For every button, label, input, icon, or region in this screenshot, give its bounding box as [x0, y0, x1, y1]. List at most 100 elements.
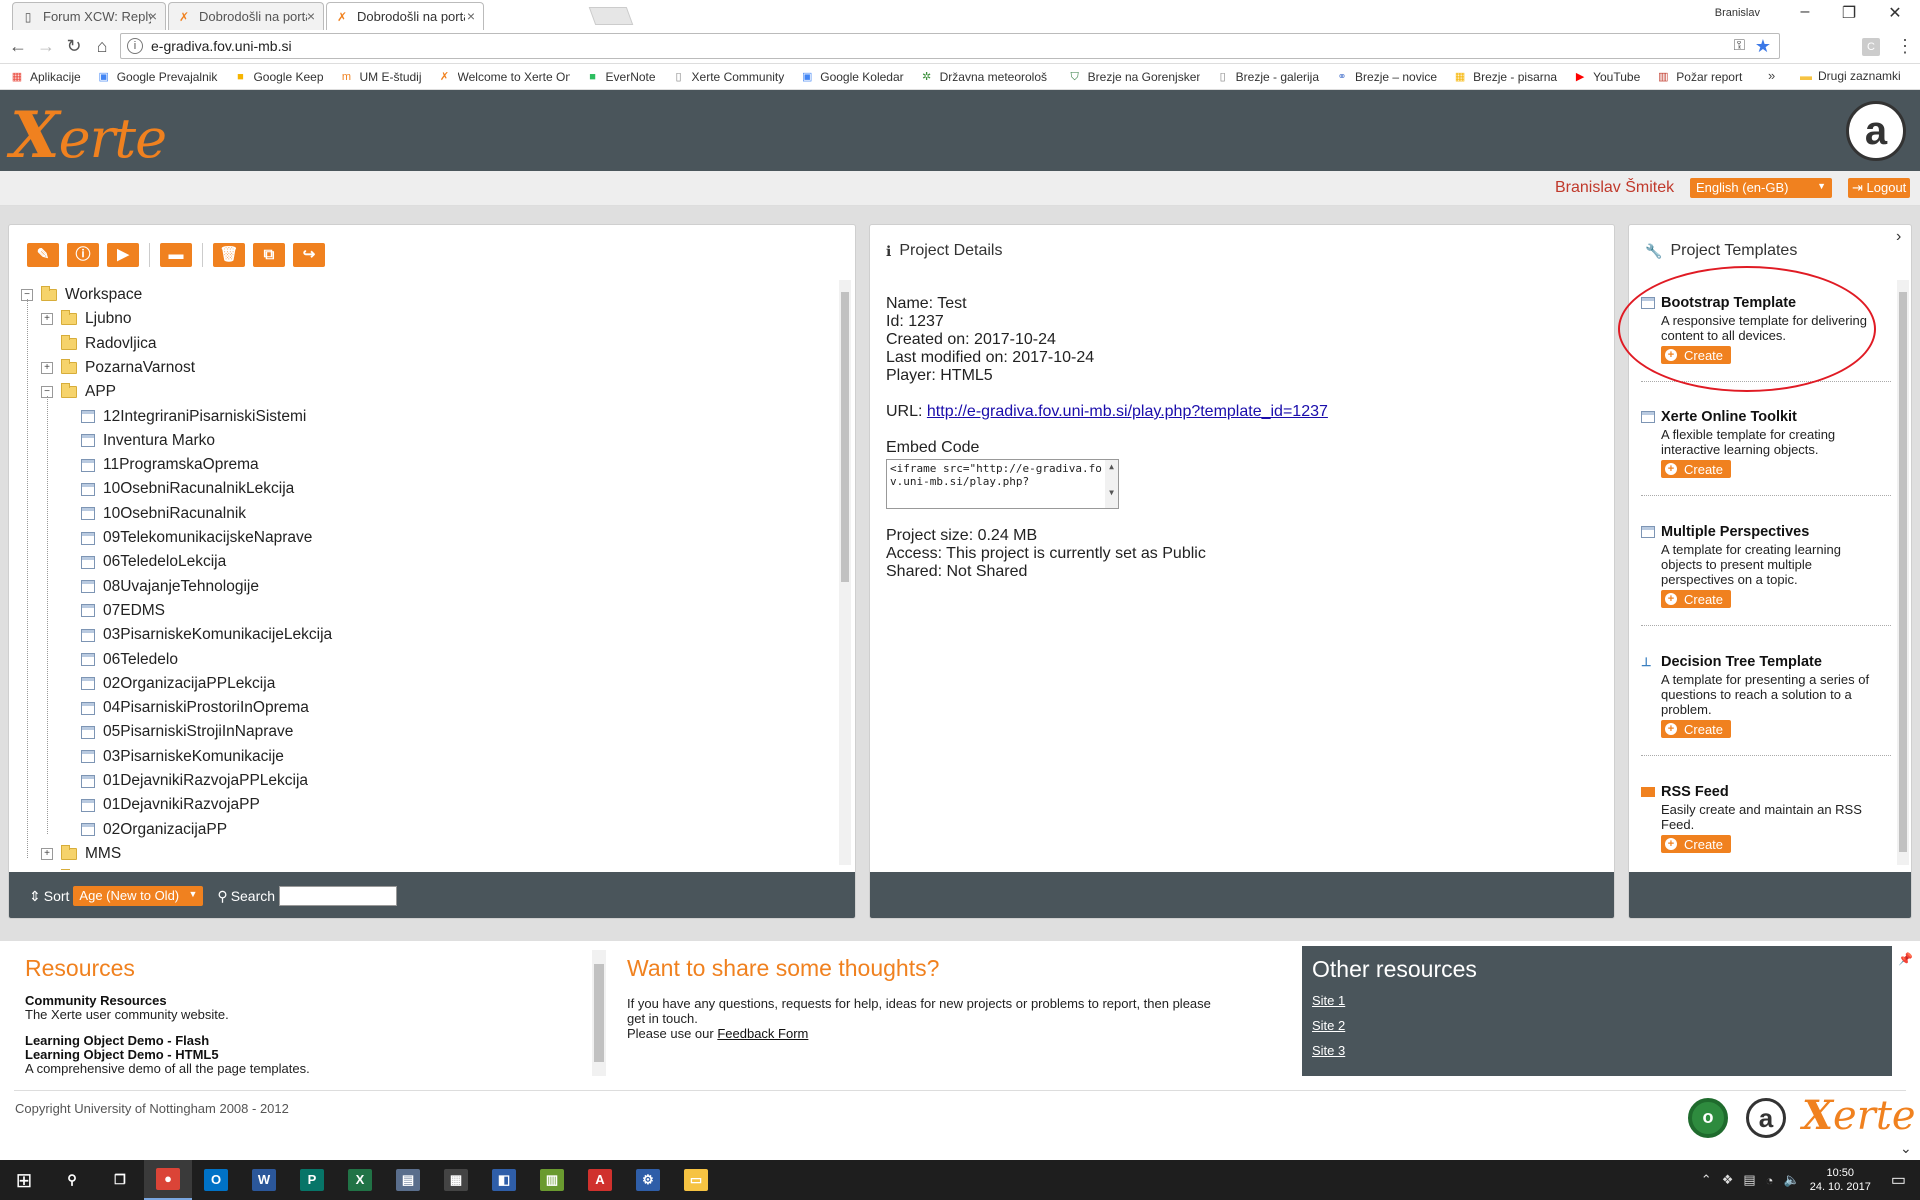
minimize-icon[interactable]: – [1790, 3, 1820, 21]
reload-icon[interactable]: ↻ [62, 36, 86, 57]
close-icon[interactable]: × [149, 8, 157, 24]
tree-scrollbar[interactable] [839, 280, 851, 865]
bookmark-item[interactable]: ▣ Google Prevajalnik [97, 70, 218, 84]
new-folder-button[interactable]: ▬ [160, 243, 192, 267]
scrollbar-thumb[interactable] [594, 964, 604, 1062]
bookmark-item[interactable]: ▦ Aplikacije [10, 70, 81, 84]
tree-file[interactable]: 08UvajanjeTehnologije [61, 577, 259, 597]
tree-file[interactable]: 03PisarniskeKomunikacijeLekcija [61, 625, 332, 645]
tree-folder[interactable]: − Workspace [21, 285, 142, 305]
new-tab-button[interactable] [588, 7, 634, 25]
publish-button[interactable]: ↪ [293, 243, 325, 267]
logout-button[interactable]: ⇥ Logout [1848, 178, 1910, 198]
chevron-right-icon[interactable]: › [1896, 228, 1901, 246]
taskbar-calculator[interactable]: ▦ [432, 1160, 480, 1200]
bookmark-item[interactable]: ▣ Google Koledar [800, 70, 904, 84]
bookmarks-overflow-button[interactable]: » [1768, 68, 1775, 83]
bookmark-item[interactable]: ▯ Brezje - galerija [1216, 70, 1319, 84]
chevron-up-icon[interactable]: ⌃ [1701, 1172, 1712, 1188]
bookmark-item[interactable]: ✲ Državna meteorološ [920, 70, 1052, 84]
create-button[interactable]: + Create [1661, 835, 1732, 853]
bookmark-item[interactable]: ▥ Požar report [1656, 70, 1742, 84]
scrollbar-thumb[interactable] [841, 292, 849, 582]
pin-icon[interactable]: 📌 [1898, 952, 1913, 966]
site-link-3[interactable]: Site 3 [1312, 1043, 1882, 1058]
create-button[interactable]: + Create [1661, 590, 1732, 608]
tab-forum[interactable]: ▯ Forum XCW: Reply Topic × [12, 2, 166, 30]
tree-folder[interactable]: Radovljica [41, 334, 157, 354]
language-select[interactable]: English (en-GB) ▼ [1690, 178, 1832, 198]
tree-file[interactable]: 02OrganizacijaPP [61, 820, 227, 840]
resource-link[interactable]: Community Resources [25, 994, 585, 1008]
tree-file[interactable]: Inventura Marko [61, 431, 215, 451]
notification-icon[interactable]: ▭ [1891, 1170, 1906, 1190]
chevron-down-icon[interactable]: ⌄ [1900, 1140, 1912, 1157]
close-icon[interactable]: × [307, 8, 315, 24]
bookmark-item[interactable]: ▯ Xerte Community [672, 70, 785, 84]
tree-file[interactable]: 02OrganizacijaPPLekcija [61, 674, 275, 694]
tree-folder[interactable]: − APP [41, 382, 116, 402]
tree-file[interactable]: 10OsebniRacunalnikLekcija [61, 479, 294, 499]
resource-link[interactable]: Learning Object Demo - Flash [25, 1034, 585, 1048]
close-window-icon[interactable]: ✕ [1880, 3, 1910, 23]
volume-icon[interactable]: 🔈 [1784, 1172, 1800, 1188]
tree-folder[interactable]: + PozarnaVarnost [41, 358, 195, 378]
edit-button[interactable]: ✎ [27, 243, 59, 267]
search-input[interactable] [279, 886, 398, 906]
key-icon[interactable]: ⚿ [1734, 37, 1745, 54]
taskbar-outlook[interactable]: O [192, 1160, 240, 1200]
taskbar-acrobat[interactable]: A [576, 1160, 624, 1200]
taskbar-task-view[interactable]: ❐ [96, 1160, 144, 1200]
tree-file[interactable]: 06Teledelo [61, 650, 178, 670]
preview-button[interactable]: ▶ [107, 243, 139, 267]
menu-icon[interactable]: ⋮ [1896, 36, 1914, 57]
clock[interactable]: 10:50 24. 10. 2017 [1810, 1166, 1871, 1194]
expand-icon[interactable]: + [41, 361, 53, 374]
bookmark-item[interactable]: ▶ YouTube [1573, 70, 1640, 84]
bookmark-item[interactable]: ✗ Welcome to Xerte On [438, 70, 570, 84]
bookmark-star-icon[interactable]: ★ [1755, 36, 1771, 57]
tree-folder[interactable]: +IKT [41, 868, 109, 870]
extension-icon[interactable]: C [1862, 38, 1880, 56]
taskbar-word[interactable]: W [240, 1160, 288, 1200]
tree-folder[interactable]: + Ljubno [41, 309, 132, 329]
embed-code-textarea[interactable]: <iframe src="http://e-gradiva.fov.uni-mb… [886, 459, 1119, 509]
site-info-icon[interactable]: i [127, 38, 143, 54]
tab-xerte-1[interactable]: ✗ Dobrodošli na portalu Xerte × [168, 2, 324, 30]
back-icon[interactable]: ← [6, 36, 30, 57]
dropbox-icon[interactable]: ❖ [1722, 1172, 1734, 1188]
duplicate-button[interactable]: ⧉ [253, 243, 285, 267]
tree-file[interactable]: 04PisarniskiProstoriInOprema [61, 698, 309, 718]
taskbar-search[interactable]: ⚲ [48, 1160, 96, 1200]
xerte-logo[interactable]: Xerte [10, 98, 167, 173]
address-url[interactable]: e-gradiva.fov.uni-mb.si [151, 38, 292, 54]
create-button[interactable]: + Create [1661, 460, 1732, 478]
bookmark-item[interactable]: ■ EverNote [586, 70, 655, 84]
home-icon[interactable]: ⌂ [90, 36, 114, 57]
tree-file[interactable]: 05PisarniskiStrojiInNaprave [61, 722, 293, 742]
delete-button[interactable]: 🗑 [213, 243, 245, 267]
tree-file[interactable]: 11ProgramskaOprema [61, 455, 259, 475]
taskbar-app-1[interactable]: ▤ [384, 1160, 432, 1200]
tree-file[interactable]: 10OsebniRacunalnik [61, 504, 246, 524]
taskbar-publisher[interactable]: P [288, 1160, 336, 1200]
taskbar-chrome[interactable]: ● [144, 1160, 192, 1200]
feedback-form-link[interactable]: Feedback Form [717, 1026, 808, 1041]
tree-file[interactable]: 09TelekomunikacijskeNaprave [61, 528, 312, 548]
textarea-scrollbar[interactable]: ▲ ▼ [1105, 460, 1118, 508]
bookmark-item[interactable]: m UM E-študij [340, 70, 422, 84]
taskbar-explorer[interactable]: ▭ [672, 1160, 720, 1200]
tree-file[interactable]: 12IntegriraniPisarniskiSistemi [61, 407, 306, 427]
tree-file[interactable]: 06TeledeloLekcija [61, 552, 226, 572]
maximize-icon[interactable]: ❐ [1834, 3, 1864, 23]
tree-file[interactable]: 07EDMS [61, 601, 165, 621]
scrollbar-thumb[interactable] [1899, 292, 1907, 852]
taskbar-app-2[interactable]: ◧ [480, 1160, 528, 1200]
tree-file[interactable]: 01DejavnikiRazvojaPPLekcija [61, 771, 308, 791]
start-button[interactable]: ⊞ [0, 1160, 48, 1200]
tree-file[interactable]: 01DejavnikiRazvojaPP [61, 795, 260, 815]
bookmark-item[interactable]: ■ Google Keep [233, 70, 323, 84]
site-link-1[interactable]: Site 1 [1312, 993, 1882, 1008]
network-icon[interactable]: ▤ [1743, 1172, 1755, 1188]
resource-link[interactable]: Learning Object Demo - HTML5 [25, 1048, 585, 1062]
